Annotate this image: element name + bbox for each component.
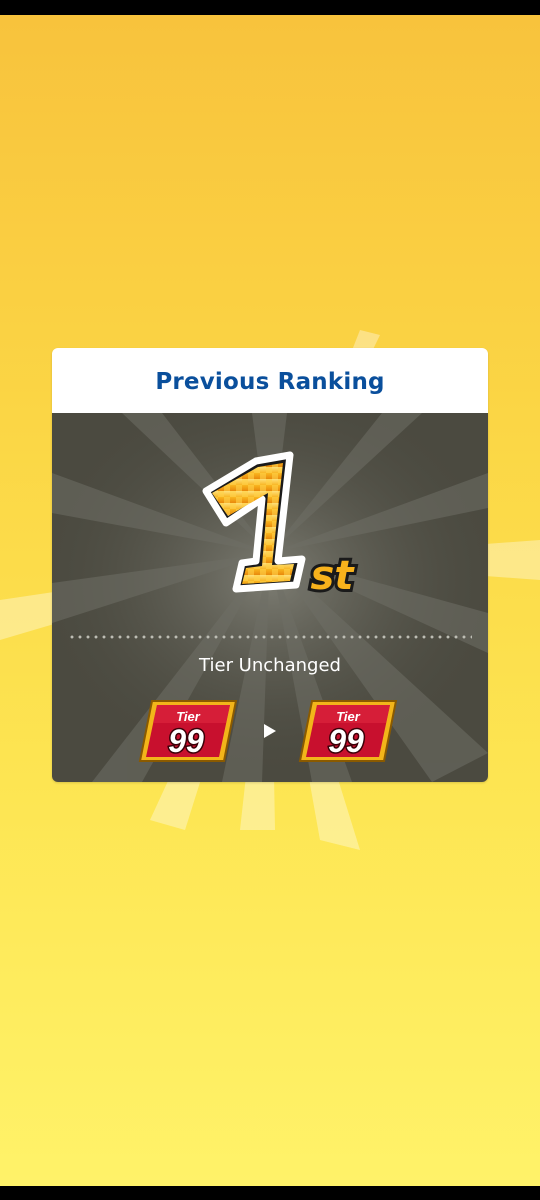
first-place-rank-graphic: st 1 (202, 451, 358, 602)
tier-label: Tier (336, 709, 361, 724)
previous-ranking-panel: Previous Ranking st Tier Unchanged Tier … (52, 348, 488, 782)
panel-title: Previous Ranking (155, 368, 385, 395)
panel-body: st 1 Tier Unchanged Tier 99 Tier 99 (52, 413, 488, 782)
rank-suffix: st (311, 553, 356, 599)
triangle-right-icon (264, 724, 276, 738)
tier-label: Tier (176, 709, 201, 724)
tier-status-text: Tier Unchanged (199, 655, 341, 676)
previous-tier-badge: Tier 99 (138, 699, 238, 763)
tier-value: 99 (328, 723, 364, 759)
dotted-divider (68, 635, 472, 639)
panel-header: Previous Ranking (52, 348, 488, 413)
tier-value: 99 (168, 723, 204, 759)
navigation-bar (0, 1186, 540, 1200)
current-tier-badge: Tier 99 (298, 699, 398, 763)
